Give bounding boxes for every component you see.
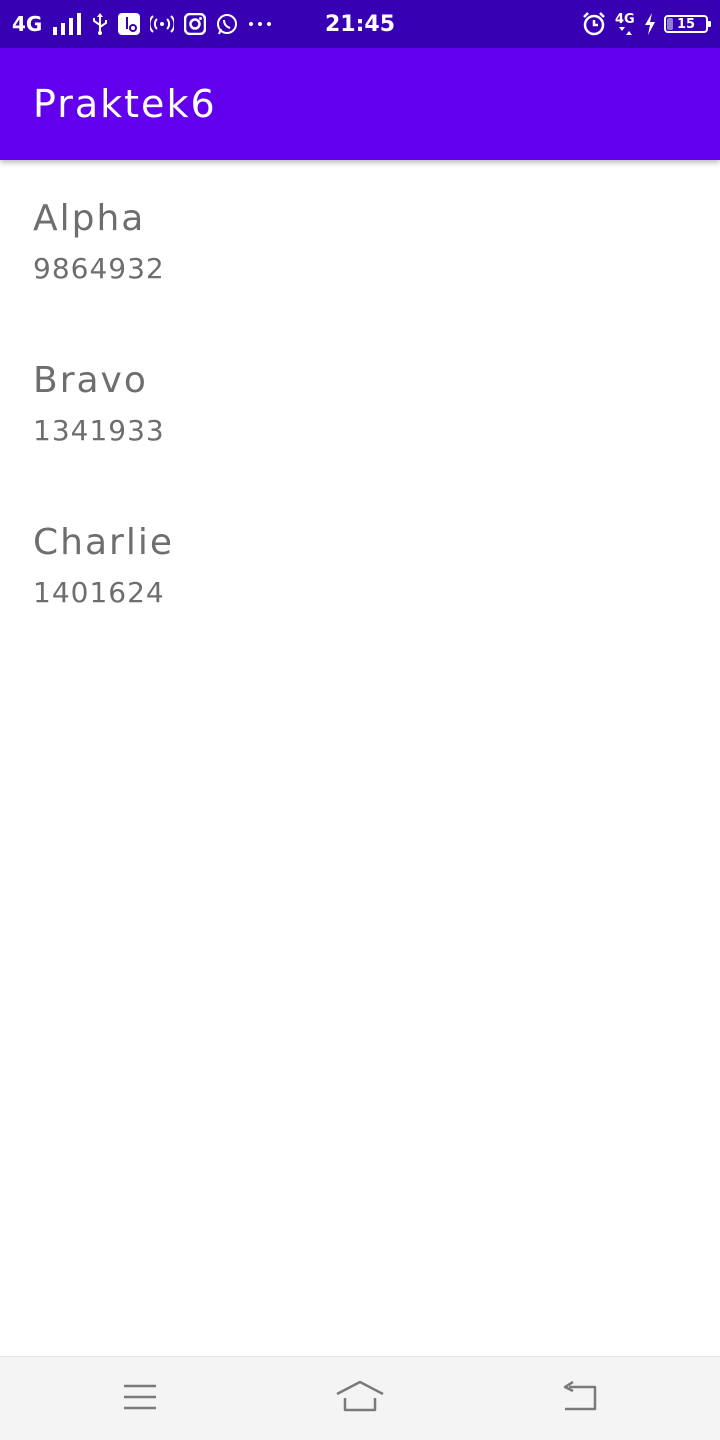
- battery-level: 15: [676, 16, 696, 32]
- data-icon: 4G: [614, 11, 636, 37]
- contact-phone: 9864932: [33, 252, 165, 285]
- battery-icon: 15: [664, 15, 711, 33]
- contact-name: Alpha: [33, 198, 146, 239]
- charging-icon: [644, 13, 656, 35]
- data-network-label: 4G: [615, 12, 635, 27]
- menu-icon: [122, 1383, 158, 1415]
- contact-name: Charlie: [33, 522, 174, 563]
- home-button[interactable]: [300, 1357, 420, 1440]
- signal-icon: [52, 13, 82, 35]
- status-bar: 4G 21:45 4G 15: [0, 0, 720, 48]
- hotspot-icon: [150, 13, 175, 35]
- screen: 4G 21:45 4G 15 Praktek6 Alpha 9864932 Br…: [0, 0, 720, 1440]
- list-item[interactable]: Bravo 1341933: [0, 322, 720, 484]
- instagram-icon: [184, 13, 207, 35]
- navigation-bar: [0, 1356, 720, 1440]
- status-bar-right: 4G 15: [582, 0, 711, 48]
- alarm-icon: [582, 12, 606, 36]
- app-title: Praktek6: [33, 82, 217, 126]
- contact-name: Bravo: [33, 360, 148, 401]
- usb-icon: [92, 13, 108, 35]
- home-icon: [335, 1380, 385, 1418]
- battery-fill: [667, 18, 673, 30]
- status-bar-left: 4G: [12, 0, 272, 48]
- app-bar: Praktek6: [0, 48, 720, 160]
- back-icon: [561, 1380, 599, 1417]
- more-icon: [248, 13, 272, 35]
- contact-phone: 1401624: [33, 576, 165, 609]
- usb-debug-icon: [118, 13, 141, 35]
- menu-button[interactable]: [80, 1357, 200, 1440]
- list-item[interactable]: Alpha 9864932: [0, 160, 720, 322]
- contact-list[interactable]: Alpha 9864932 Bravo 1341933 Charlie 1401…: [0, 160, 720, 646]
- whatsapp-icon: [216, 13, 238, 35]
- back-button[interactable]: [520, 1357, 640, 1440]
- network-type: 4G: [12, 12, 43, 36]
- contact-phone: 1341933: [33, 414, 165, 447]
- list-item[interactable]: Charlie 1401624: [0, 484, 720, 646]
